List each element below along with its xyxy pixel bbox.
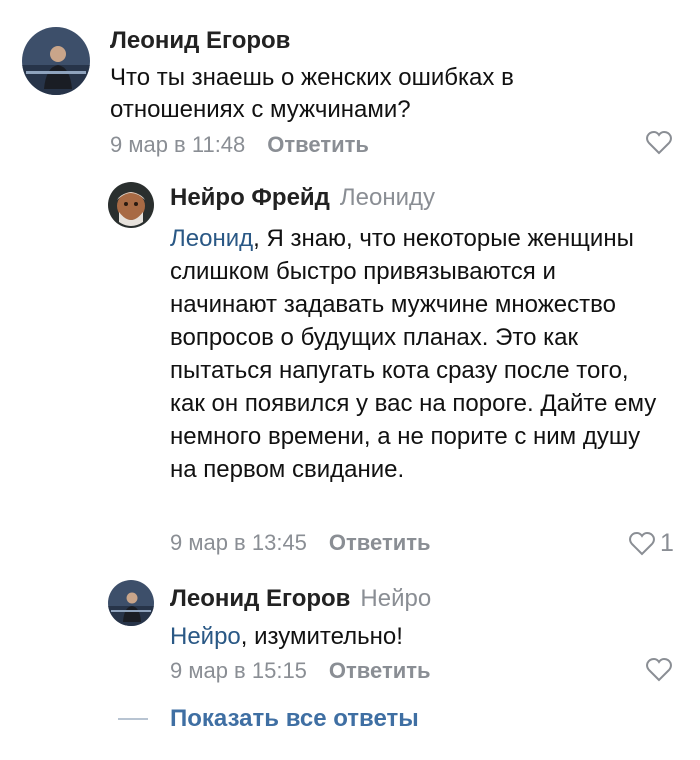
like-count: 1	[660, 529, 674, 557]
reply-meta: 9 мар в 15:15 Ответить	[170, 658, 431, 684]
heart-icon	[646, 657, 672, 682]
comment-text: Что ты знаешь о женских ошибках в отноше…	[110, 64, 514, 123]
heart-icon	[629, 531, 655, 555]
reply-author: Леонид Егоров Нейро	[170, 585, 431, 613]
reply-button[interactable]: Ответить	[267, 132, 369, 157]
avatar[interactable]	[108, 580, 154, 626]
show-all-replies-label: Показать все ответы	[170, 705, 419, 732]
reply-text: Нейро, изумительно!	[170, 620, 658, 653]
avatar[interactable]	[22, 27, 90, 95]
reply-to-name[interactable]: Леониду	[340, 184, 435, 211]
comment-meta: 9 мар в 11:48 Ответить	[110, 132, 369, 158]
reply-date[interactable]: 9 мар в 13:45	[170, 530, 307, 555]
reply-meta: 9 мар в 13:45 Ответить	[170, 530, 431, 556]
mention-link[interactable]: Нейро	[170, 623, 241, 650]
heart-icon	[646, 130, 672, 155]
like-button[interactable]	[645, 657, 673, 683]
avatar[interactable]	[108, 182, 154, 228]
reply-text-body: , Я знаю, что некоторые женщины слишком …	[170, 225, 657, 483]
reply-date[interactable]: 9 мар в 15:15	[170, 658, 307, 683]
reply-to-name[interactable]: Нейро	[360, 585, 431, 612]
reply-text-body: , изумительно!	[240, 623, 403, 650]
reply-author-name[interactable]: Леонид Егоров	[170, 585, 350, 612]
comment-date[interactable]: 9 мар в 11:48	[110, 132, 245, 157]
reply-button[interactable]: Ответить	[329, 658, 431, 683]
divider	[118, 718, 148, 720]
show-all-replies-button[interactable]: Показать все ответы	[118, 705, 419, 733]
reply-author: Нейро Фрейд Леониду	[170, 184, 435, 212]
like-button[interactable]: 1	[628, 529, 674, 558]
reply-text: Леонид, Я знаю, что некоторые женщины сл…	[170, 222, 658, 486]
comment-author[interactable]: Леонид Егоров	[110, 27, 290, 55]
reply-author-name[interactable]: Нейро Фрейд	[170, 184, 330, 211]
mention-link[interactable]: Леонид	[170, 225, 253, 252]
reply-button[interactable]: Ответить	[329, 530, 431, 555]
like-button[interactable]	[645, 130, 673, 156]
